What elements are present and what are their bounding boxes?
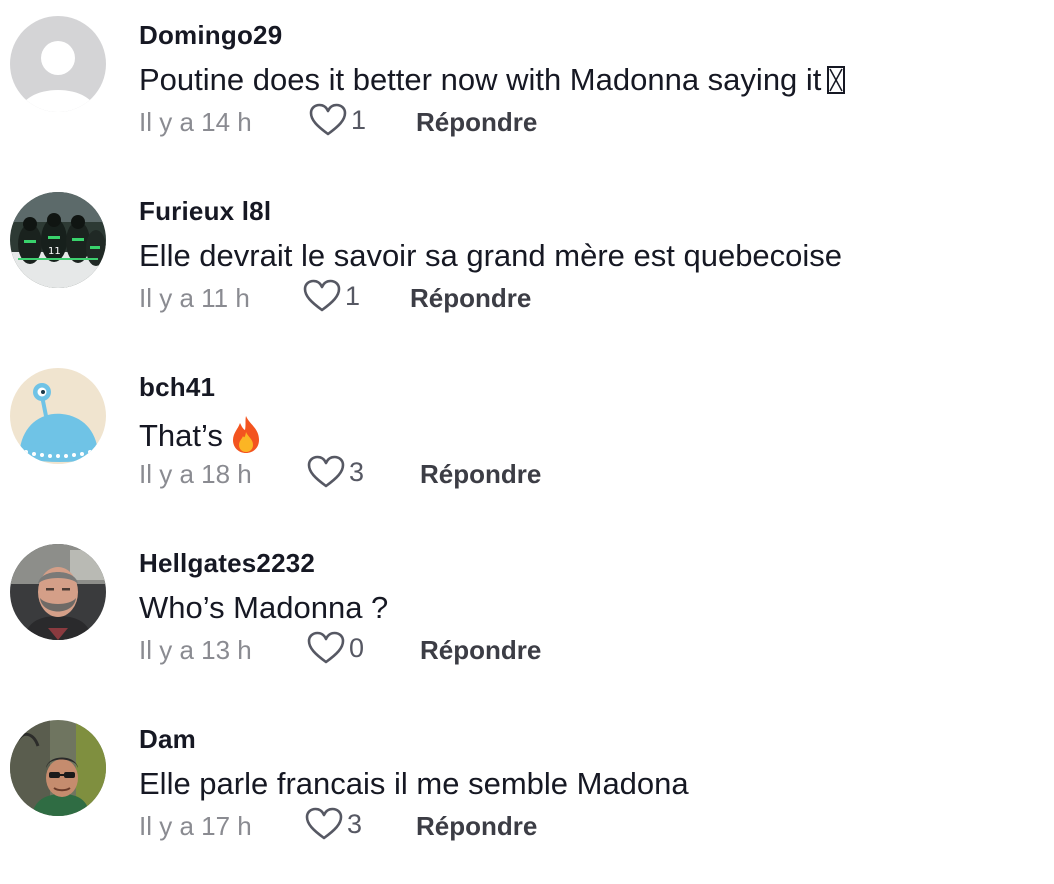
blue-alien-ufo-icon — [10, 368, 106, 464]
comment-text: Elle devrait le savoir sa grand mère est… — [139, 238, 843, 273]
heart-icon — [309, 103, 347, 136]
avatar[interactable] — [10, 16, 106, 112]
username[interactable]: Dam — [139, 724, 196, 755]
avatar[interactable]: 11 — [10, 192, 106, 288]
reply-button[interactable]: Répondre — [420, 635, 541, 666]
like-button[interactable]: 0 — [307, 628, 364, 668]
username[interactable]: Domingo29 — [139, 20, 282, 51]
comment-meta: Il y a 17 h 3 Répondre — [139, 804, 739, 844]
hockey-team-photo-icon: 11 — [10, 192, 106, 288]
comment-item: Hellgates2232 Who’s Madonna ? Il y a 13 … — [0, 528, 1054, 704]
comment-text: Poutine does it better now with Madonna … — [139, 62, 846, 98]
like-button[interactable]: 1 — [303, 276, 360, 316]
comment-meta: Il y a 14 h 1 Répondre — [139, 100, 739, 140]
heart-icon — [305, 807, 343, 840]
reply-button[interactable]: Répondre — [416, 107, 537, 138]
comment-item: Domingo29 Poutine does it better now wit… — [0, 0, 1054, 176]
comment-meta: Il y a 11 h 1 Répondre — [139, 276, 739, 316]
comment-meta: Il y a 18 h 3 Répondre — [139, 452, 739, 492]
avatar[interactable] — [10, 544, 106, 640]
like-button[interactable]: 1 — [309, 100, 366, 140]
comment-text: Who’s Madonna ? — [139, 590, 389, 625]
default-avatar-icon — [10, 16, 106, 112]
avatar[interactable] — [10, 720, 106, 816]
username[interactable]: bch41 — [139, 372, 215, 403]
timestamp: Il y a 17 h — [139, 811, 252, 841]
missing-emoji-icon — [827, 66, 846, 94]
timestamp: Il y a 13 h — [139, 635, 252, 665]
like-count: 1 — [345, 280, 361, 311]
reply-button[interactable]: Répondre — [420, 459, 541, 490]
timestamp: Il y a 11 h — [139, 283, 250, 313]
like-count: 1 — [351, 104, 367, 135]
like-count: 3 — [349, 456, 365, 487]
heart-icon — [307, 631, 345, 664]
reply-button[interactable]: Répondre — [416, 811, 537, 842]
comment-meta: Il y a 13 h 0 Répondre — [139, 628, 739, 668]
comment-text-content: That’s — [139, 418, 223, 454]
timestamp: Il y a 14 h — [139, 107, 252, 137]
username[interactable]: Hellgates2232 — [139, 548, 315, 579]
like-count: 3 — [347, 808, 363, 839]
comment-text-content: Poutine does it better now with Madonna … — [139, 62, 822, 97]
avatar[interactable] — [10, 368, 106, 464]
man-in-car-selfie-icon — [10, 544, 106, 640]
comment-text: Elle parle francais il me semble Madona — [139, 766, 689, 801]
comment-item: 11 Furieux l8l Elle devrait le savoir sa… — [0, 176, 1054, 352]
reply-button[interactable]: Répondre — [410, 283, 531, 314]
like-button[interactable]: 3 — [305, 804, 362, 844]
like-button[interactable]: 3 — [307, 452, 364, 492]
timestamp: Il y a 18 h — [139, 459, 252, 489]
heart-icon — [303, 279, 341, 312]
svg-text:11: 11 — [48, 246, 61, 257]
comment-item: bch41 That’s Il y a 18 h 3 Répondre — [0, 352, 1054, 528]
like-count: 0 — [349, 632, 365, 663]
username[interactable]: Furieux l8l — [139, 196, 271, 227]
heart-icon — [307, 455, 345, 488]
comment-item: Dam Elle parle francais il me semble Mad… — [0, 704, 1054, 880]
man-with-sunglasses-outdoor-icon — [10, 720, 106, 816]
